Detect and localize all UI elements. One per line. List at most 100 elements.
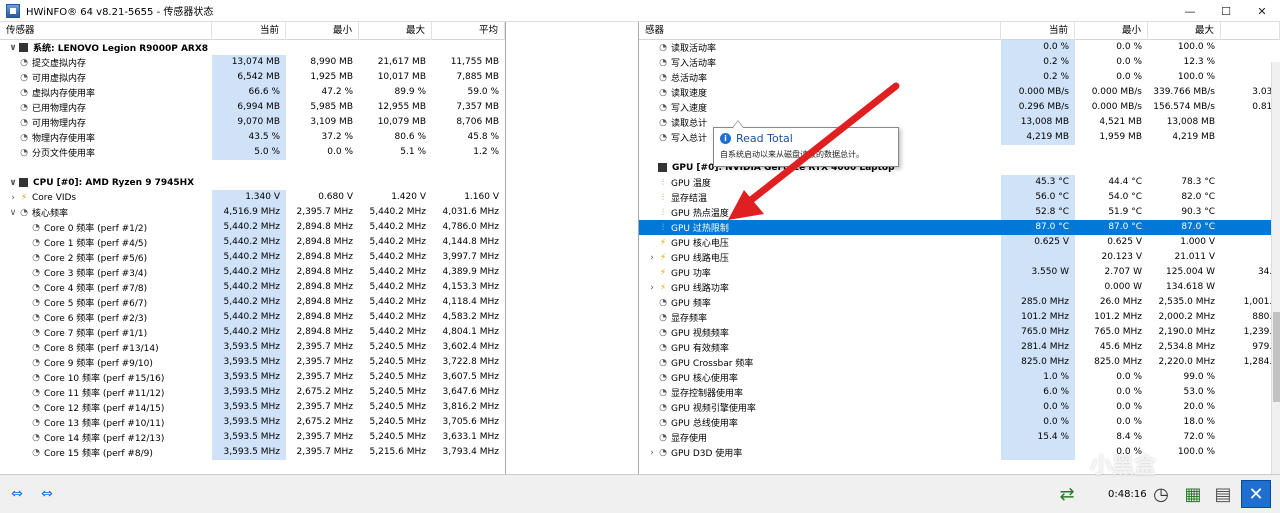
avg-value-cell: 1.160 V	[464, 192, 499, 202]
collapse-chevron-icon[interactable]: ∨	[8, 178, 18, 188]
table-row[interactable]: ◔显存控制器使用率6.0 %0.0 %53.0 %1	[639, 385, 1280, 400]
max-value-cell: 5,240.5 MHz	[369, 357, 426, 367]
table-row[interactable]: ◔ 可用物理内存 9,070 MB 3,109 MB 10,079 MB 8,706 MB	[0, 115, 505, 130]
clock-icon: ◔	[32, 327, 40, 338]
close-window-button[interactable]: ✕	[1244, 0, 1280, 22]
configure-icon[interactable]: ▦	[1178, 480, 1208, 508]
column-sensor[interactable]: 传感器	[0, 22, 212, 40]
column-max[interactable]: 最大	[359, 22, 432, 40]
expand-chevron-icon[interactable]: ›	[8, 193, 18, 203]
bottom-toolbar: ⇔ ⇔ ⇄ 0:48:16 ◷ ▦ ▤ ✕	[0, 474, 1280, 513]
table-row[interactable]: ◔ Core 9 频率 (perf #9/10) 3,593.5 MHz 2,395.…	[0, 355, 505, 370]
table-row[interactable]: ∨ ◔ 核心频率 4,516.9 MHz 2,395.7 MHz 5,440.2 MHz 4…	[0, 205, 505, 220]
table-row[interactable]: ◔ 读取活动率 0.0 % 0.0 % 100.0 %	[639, 40, 1280, 55]
hwinfo-app-icon	[6, 3, 20, 18]
table-row[interactable]: ◔ Core 6 频率 (perf #2/3) 5,440.2 MHz 2,894.8…	[0, 310, 505, 325]
table-row[interactable]: › ⚡ GPU 线路电压 20.123 V 21.011 V	[639, 250, 1280, 265]
report-icon[interactable]: ▤	[1208, 480, 1238, 508]
table-row[interactable]: ◔ 写入活动率 0.2 % 0.0 % 12.3 %	[639, 55, 1280, 70]
table-row[interactable]: ◔ Core 8 频率 (perf #13/14) 3,593.5 MHz 2,395…	[0, 340, 505, 355]
table-row[interactable]: ◔ GPU 总线使用率 0.0 % 0.0 % 18.0 %	[639, 415, 1280, 430]
nav-left-arrows-icon[interactable]: ⇔	[4, 485, 30, 503]
column-avg[interactable]: 平均	[432, 22, 505, 40]
current-value-cell: 56.0 °C	[1001, 190, 1075, 205]
table-row[interactable]: ◔ 物理内存使用率 43.5 % 37.2 % 80.6 % 45.8 %	[0, 130, 505, 145]
exit-button[interactable]: ✕	[1241, 480, 1271, 508]
min-value-cell: 2,894.8 MHz	[296, 252, 353, 262]
table-row[interactable]: ◔ 显存频率 101.2 MHz 101.2 MHz 2,000.2 MHz 880.6	[639, 310, 1280, 325]
table-row[interactable]: ◔ Core 15 频率 (perf #8/9) 3,593.5 MHz 2,395.…	[0, 445, 505, 460]
clock-reset-icon[interactable]: ◷	[1146, 480, 1176, 508]
table-row[interactable]: ◔ 提交虚拟内存 13,074 MB 8,990 MB 21,617 MB 11,755 …	[0, 55, 505, 70]
sensor-name-cell: ◔ GPU 视频引擎使用率	[639, 400, 1001, 415]
expand-chevron-icon[interactable]: ›	[647, 448, 657, 458]
chip-icon	[19, 43, 28, 52]
table-row[interactable]: ◔ GPU 视频引擎使用率 0.0 % 0.0 % 20.0 %	[639, 400, 1280, 415]
maximize-button[interactable]: ☐	[1208, 0, 1244, 22]
table-row[interactable]: ◔ Core 11 频率 (perf #11/12) 3,593.5 MHz 2,67…	[0, 385, 505, 400]
sensor-group-row[interactable]: ∨ 系统: LENOVO Legion R9000P ARX8	[0, 40, 505, 55]
min-value-cell: 54.0 °C	[1108, 192, 1142, 202]
max-value-cell: 5,440.2 MHz	[369, 312, 426, 322]
table-row[interactable]: ◔ GPU Crossbar 频率 825.0 MHz 825.0 MHz 2,220.…	[639, 355, 1280, 370]
table-row[interactable]: ◔ Core 4 频率 (perf #7/8) 5,440.2 MHz 2,894.8…	[0, 280, 505, 295]
sensor-name-cell: ◔ 可用虚拟内存	[0, 70, 212, 85]
scrollbar-thumb[interactable]	[1273, 312, 1280, 402]
current-value-cell: 5,440.2 MHz	[212, 295, 286, 310]
avg-value-cell: 11,755 MB	[450, 57, 499, 67]
expand-chevron-icon[interactable]: ›	[647, 283, 657, 293]
sensor-name-cell: ◔ 可用物理内存	[0, 115, 212, 130]
min-value-cell: 0.000 MB/s	[1091, 102, 1142, 112]
column-sensor-right[interactable]: 感器	[639, 22, 1001, 40]
table-row[interactable]: ◔ Core 13 频率 (perf #10/11) 3,593.5 MHz 2,67…	[0, 415, 505, 430]
table-row[interactable]: ◔显存使用15.4 %8.4 %72.0 %1	[639, 430, 1280, 445]
table-row[interactable]: ◔ Core 1 频率 (perf #4/5) 5,440.2 MHz 2,894.8…	[0, 235, 505, 250]
max-value-cell: 100.0 %	[1177, 72, 1215, 82]
column-max-right[interactable]: 最大	[1148, 22, 1221, 40]
table-row[interactable]: ◔ 虚拟内存使用率 66.6 % 47.2 % 89.9 % 59.0 %	[0, 85, 505, 100]
column-min[interactable]: 最小	[286, 22, 359, 40]
network-icon[interactable]: ⇄	[1052, 480, 1082, 508]
table-row[interactable]: ◔ Core 3 频率 (perf #3/4) 5,440.2 MHz 2,894.8…	[0, 265, 505, 280]
table-row[interactable]: ◔ Core 14 频率 (perf #12/13) 3,593.5 MHz 2,39…	[0, 430, 505, 445]
elapsed-timer: 0:48:16	[1108, 489, 1147, 500]
avg-value-cell: 7,885 MB	[456, 72, 499, 82]
min-value-cell: 4,521 MB	[1099, 117, 1142, 127]
table-row[interactable]: ◔ GPU 频率 285.0 MHz 26.0 MHz 2,535.0 MHz 1,001…	[639, 295, 1280, 310]
avg-value-cell: 3,607.5 MHz	[442, 372, 499, 382]
sensor-name-cell: ⚡ GPU 功率	[639, 265, 1001, 280]
table-row[interactable]: ◔ Core 2 频率 (perf #5/6) 5,440.2 MHz 2,894.8…	[0, 250, 505, 265]
minimize-button[interactable]: —	[1172, 0, 1208, 22]
table-row[interactable]: › ◔ GPU D3D 使用率 0.0 % 100.0 %	[639, 445, 1280, 460]
table-row[interactable]: ◔ GPU 有效频率 281.4 MHz 45.6 MHz 2,534.8 MHz 979…	[639, 340, 1280, 355]
collapse-chevron-icon[interactable]: ∨	[8, 43, 18, 53]
vertical-scrollbar[interactable]	[1271, 62, 1280, 474]
clock-icon: ◔	[20, 117, 28, 128]
table-row[interactable]: ◔ 可用虚拟内存 6,542 MB 1,925 MB 10,017 MB 7,885 MB	[0, 70, 505, 85]
sensor-label: 提交虚拟内存	[32, 59, 87, 69]
table-row[interactable]: ◔ GPU 视频频率 765.0 MHz 765.0 MHz 2,190.0 MHz 1,…	[639, 325, 1280, 340]
nav-right-arrows-icon[interactable]: ⇔	[34, 485, 60, 503]
table-row[interactable]: › ⚡ GPU 线路功率 0.000 W 134.618 W	[639, 280, 1280, 295]
table-row[interactable]: › ⚡ Core VIDs 1.340 V 0.680 V 1.420 V 1.160 V	[0, 190, 505, 205]
min-value-cell: 0.0 %	[1116, 57, 1142, 67]
table-row[interactable]: ◔GPU 核心使用率1.0 %0.0 %99.0 %3	[639, 370, 1280, 385]
table-row[interactable]: ◔ Core 10 频率 (perf #15/16) 3,593.5 MHz 2,39…	[0, 370, 505, 385]
table-row[interactable]: ◔ Core 12 频率 (perf #14/15) 3,593.5 MHz 2,39…	[0, 400, 505, 415]
column-avg-right[interactable]	[1221, 22, 1280, 40]
table-row[interactable]: ◔ Core 7 频率 (perf #1/1) 5,440.2 MHz 2,894.8…	[0, 325, 505, 340]
avg-value-cell: 3,633.1 MHz	[442, 432, 499, 442]
column-min-right[interactable]: 最小	[1075, 22, 1148, 40]
table-row[interactable]: ⚡ GPU 功率 3.550 W 2.707 W 125.004 W 34.3	[639, 265, 1280, 280]
column-current-right[interactable]: 当前	[1001, 22, 1075, 40]
collapse-chevron-icon[interactable]: ∨	[8, 208, 18, 218]
column-current[interactable]: 当前	[212, 22, 286, 40]
table-row[interactable]: ◔ Core 0 频率 (perf #1/2) 5,440.2 MHz 2,894.8…	[0, 220, 505, 235]
table-row[interactable]: ◔ 已用物理内存 6,994 MB 5,985 MB 12,955 MB 7,357 MB	[0, 100, 505, 115]
table-row[interactable]: ◔ 分页文件使用率 5.0 % 0.0 % 5.1 % 1.2 %	[0, 145, 505, 160]
sensor-group-row[interactable]: ∨ CPU [#0]: AMD Ryzen 9 7945HX	[0, 175, 505, 190]
current-value-cell: 4,516.9 MHz	[212, 205, 286, 220]
sensor-name-cell: ◔ 读取活动率	[639, 40, 1001, 55]
expand-chevron-icon[interactable]: ›	[647, 253, 657, 263]
table-row[interactable]: ◔ Core 5 频率 (perf #6/7) 5,440.2 MHz 2,894.8…	[0, 295, 505, 310]
